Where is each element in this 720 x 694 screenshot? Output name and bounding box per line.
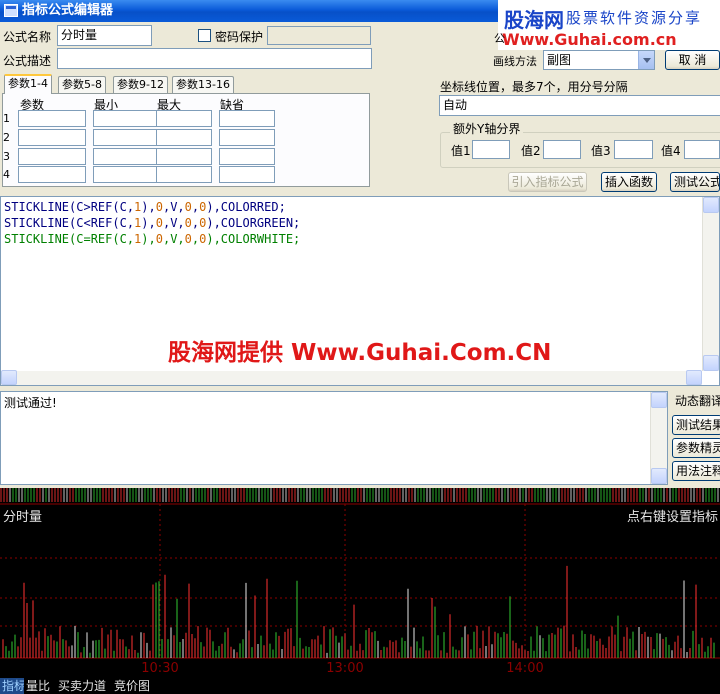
code-line: STICKLINE(C>REF(C,1),0,V,0,0),COLORRED; — [4, 200, 286, 214]
param2-default-input[interactable] — [219, 129, 275, 146]
password-label: 密码保护 — [215, 30, 264, 44]
cancel-button[interactable]: 取 消 — [665, 50, 720, 70]
param2-min-input[interactable] — [93, 129, 161, 146]
param4-max-input[interactable] — [156, 166, 212, 183]
x-tick-label: 13:00 — [326, 661, 363, 676]
password-checkbox[interactable] — [198, 29, 211, 42]
formula-desc-input[interactable] — [57, 48, 372, 69]
axis-position-label: 坐标线位置，最多7个，用分号分隔 — [440, 80, 628, 94]
param-row-number: 2 — [3, 131, 10, 144]
chevron-down-icon[interactable] — [638, 51, 654, 69]
param4-default-input[interactable] — [219, 166, 275, 183]
banner-brand: 股海网 — [504, 8, 564, 32]
value2-label: 值2 — [521, 144, 541, 158]
tab-params-9-12[interactable]: 参数9-12 — [113, 76, 168, 94]
banner-slogan: 股票软件资源分享 — [566, 9, 703, 27]
usage-notes-button[interactable]: 用法注释 — [672, 461, 720, 481]
param1-min-input[interactable] — [93, 110, 161, 127]
scroll-left-icon[interactable] — [1, 370, 17, 385]
draw-method-label: 画线方法 — [493, 55, 537, 68]
param4-name-input[interactable] — [18, 166, 86, 183]
test-result-button[interactable]: 测试结果 — [672, 415, 720, 435]
x-tick-label: 10:30 — [141, 661, 178, 676]
param1-name-input[interactable] — [18, 110, 86, 127]
site-banner: 股海网 股票软件资源分享 Www.Guhai.com.cn — [498, 0, 720, 50]
param-row-number: 1 — [3, 112, 10, 125]
value1-label: 值1 — [451, 144, 471, 158]
test-output-text: 测试通过! — [4, 396, 57, 410]
scroll-up-icon[interactable] — [651, 392, 667, 408]
formula-desc-label: 公式描述 — [3, 54, 52, 68]
tab-volume-ratio[interactable]: 量比 — [24, 678, 53, 694]
import-formula-button[interactable]: 引入指标公式 — [508, 172, 587, 192]
param-row-number: 3 — [3, 150, 10, 163]
draw-method-select[interactable]: 副图 — [543, 50, 655, 70]
test-formula-button[interactable]: 测试公式 — [670, 172, 720, 192]
param2-name-input[interactable] — [18, 129, 86, 146]
volume-chart[interactable]: 10:30 13:00 14:00 分时量 点右键设置指标 — [0, 488, 720, 678]
app-icon — [4, 4, 18, 17]
value4-label: 值4 — [661, 144, 681, 158]
tab-auction-chart[interactable]: 竞价图 — [112, 678, 153, 694]
param3-max-input[interactable] — [156, 148, 212, 165]
code-line: STICKLINE(C=REF(C,1),0,V,0,0),COLORWHITE… — [4, 232, 301, 246]
tab-params-13-16[interactable]: 参数13-16 — [172, 76, 234, 94]
value1-input[interactable] — [472, 140, 510, 159]
insert-function-button[interactable]: 插入函数 — [601, 172, 657, 192]
axis-position-input[interactable]: 自动 — [439, 95, 720, 116]
editor-horizontal-scrollbar[interactable] — [1, 370, 702, 385]
output-vertical-scrollbar[interactable] — [650, 392, 667, 484]
param1-max-input[interactable] — [156, 110, 212, 127]
draw-method-value: 副图 — [547, 53, 572, 67]
banner-url: Www.Guhai.com.cn — [502, 30, 677, 49]
scroll-down-icon[interactable] — [703, 355, 719, 371]
param4-min-input[interactable] — [93, 166, 161, 183]
formula-name-label: 公式名称 — [3, 30, 52, 44]
value4-input[interactable] — [684, 140, 720, 159]
editor-vertical-scrollbar[interactable] — [702, 197, 719, 371]
tab-buy-sell-force[interactable]: 买卖力道 — [56, 678, 109, 694]
chart-hint: 点右键设置指标 — [626, 510, 718, 525]
volume-chart-svg: 10:30 13:00 14:00 — [0, 488, 720, 676]
tab-params-1-4[interactable]: 参数1-4 — [4, 74, 52, 94]
window-title: 指标公式编辑器 — [22, 3, 114, 18]
formula-name-input[interactable]: 分时量 — [57, 25, 152, 46]
param3-default-input[interactable] — [219, 148, 275, 165]
param3-min-input[interactable] — [93, 148, 161, 165]
param-wizard-button[interactable]: 参数精灵 — [672, 438, 720, 458]
tab-params-5-8[interactable]: 参数5-8 — [58, 76, 106, 94]
value3-input[interactable] — [614, 140, 653, 159]
test-output-box[interactable]: 测试通过! — [0, 391, 668, 485]
scroll-down-icon[interactable] — [651, 468, 667, 484]
value3-label: 值3 — [591, 144, 611, 158]
scroll-up-icon[interactable] — [703, 197, 719, 213]
scroll-right-icon[interactable] — [686, 370, 702, 385]
right-label-partial: 公 — [494, 32, 505, 45]
chart-title: 分时量 — [3, 510, 43, 525]
param2-max-input[interactable] — [156, 129, 212, 146]
site-watermark: 股海网提供 Www.Guhai.Com.CN — [168, 340, 552, 366]
password-input[interactable] — [267, 26, 371, 45]
extra-y-axis-label: 额外Y轴分界 — [450, 120, 524, 137]
param-row-number: 4 — [3, 168, 10, 181]
x-tick-label: 14:00 — [506, 661, 543, 676]
dynamic-translate-button[interactable]: 动态翻译 — [672, 392, 720, 412]
code-line: STICKLINE(C<REF(C,1),0,V,0,0),COLORGREEN… — [4, 216, 301, 230]
param1-default-input[interactable] — [219, 110, 275, 127]
param3-name-input[interactable] — [18, 148, 86, 165]
value2-input[interactable] — [543, 140, 581, 159]
